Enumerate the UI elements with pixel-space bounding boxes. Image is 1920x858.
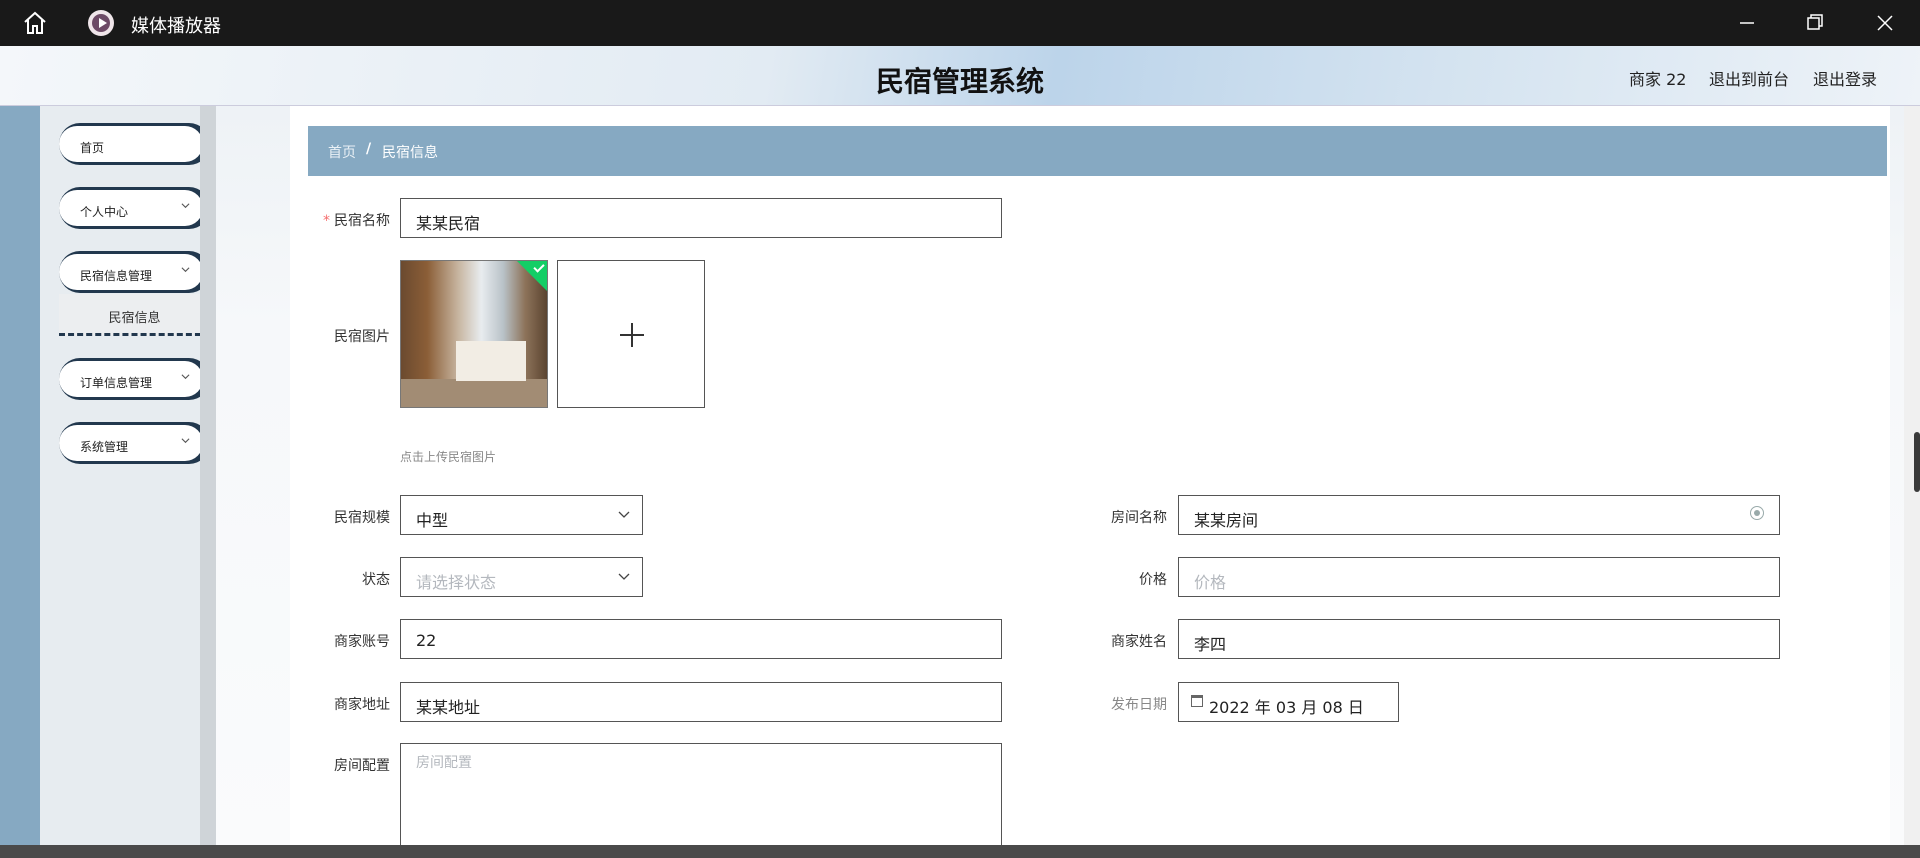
sidebar-item-order-management[interactable]: 订单信息管理 (59, 358, 210, 400)
sidebar-item-label: 首页 (59, 126, 203, 162)
calendar-icon (1191, 695, 1203, 707)
chevron-down-icon (181, 267, 190, 273)
breadcrumb-current: 民宿信息 (382, 145, 438, 161)
merchant-account-input[interactable]: 22 (400, 619, 1002, 659)
homestay-scale-select[interactable]: 中型 (400, 495, 643, 535)
image-upload-button[interactable] (557, 260, 705, 408)
room-config-label: 房间配置 (334, 758, 390, 774)
merchant-name-label: 商家姓名 (1111, 634, 1167, 650)
chevron-down-icon (181, 438, 190, 444)
sidebar: 首页 个人中心 民宿信息管理 民宿信息 订单信息管理 系统管理 (40, 106, 210, 858)
sidebar-divider (200, 106, 216, 858)
merchant-address-input[interactable]: 某某地址 (400, 682, 1002, 722)
homestay-image-thumbnail[interactable] (400, 260, 548, 408)
clear-icon[interactable] (1750, 506, 1764, 520)
breadcrumb-home-link[interactable]: 首页 (328, 142, 356, 162)
breadcrumb-separator: / (366, 141, 372, 157)
chevron-down-icon (181, 203, 190, 209)
restore-icon[interactable] (1802, 10, 1828, 36)
price-label: 价格 (1139, 572, 1167, 588)
sidebar-item-home[interactable]: 首页 (59, 123, 210, 165)
window-title: 媒体播放器 (131, 16, 221, 37)
homestay-name-label: * 民宿名称 (323, 213, 390, 229)
room-name-label: 房间名称 (1111, 510, 1167, 526)
homestay-scale-label: 民宿规模 (334, 510, 390, 526)
status-label: 状态 (362, 572, 390, 588)
exit-to-front-link[interactable]: 退出到前台 (1709, 66, 1789, 90)
sidebar-item-personal-center[interactable]: 个人中心 (59, 187, 210, 229)
homestay-image-label: 民宿图片 (334, 329, 390, 345)
sidebar-subitem-homestay-info[interactable]: 民宿信息 (59, 294, 210, 336)
chevron-down-icon (618, 573, 630, 580)
homestay-name-input[interactable]: 某某民宿 (400, 198, 1002, 238)
bottom-bar (0, 845, 1920, 858)
sidebar-item-system-management[interactable]: 系统管理 (59, 422, 210, 464)
sidebar-strip (0, 106, 40, 858)
required-mark: * (323, 213, 330, 229)
scrollbar-thumb[interactable] (1914, 432, 1920, 492)
price-input[interactable]: 价格 (1178, 557, 1780, 597)
chevron-down-icon (618, 511, 630, 518)
merchant-name-input[interactable]: 李四 (1178, 619, 1780, 659)
window-titlebar: 媒体播放器 (0, 0, 1920, 46)
logout-link[interactable]: 退出登录 (1813, 66, 1877, 90)
room-config-textarea[interactable]: 房间配置 (400, 743, 1002, 858)
status-select[interactable]: 请选择状态 (400, 557, 643, 597)
merchant-account-label: 商家账号 (334, 634, 390, 650)
publish-date-label: 发布日期 (1111, 697, 1167, 713)
app-header: 民宿管理系统 商家 22 退出到前台 退出登录 (0, 46, 1920, 106)
room-name-input[interactable]: 某某房间 (1178, 495, 1780, 535)
minimize-icon[interactable] (1734, 10, 1760, 36)
upload-hint: 点击上传民宿图片 (400, 450, 497, 464)
publish-date-picker[interactable]: 2022 年 03 月 08 日 (1178, 682, 1399, 722)
current-user: 商家 22 (1629, 70, 1687, 89)
media-player-icon (88, 10, 114, 36)
close-icon[interactable] (1872, 10, 1898, 36)
merchant-address-label: 商家地址 (334, 697, 390, 713)
sidebar-item-homestay-management[interactable]: 民宿信息管理 (59, 251, 210, 293)
breadcrumb: 首页 / 民宿信息 (308, 126, 1887, 176)
chevron-down-icon (181, 374, 190, 380)
home-icon[interactable] (22, 10, 48, 36)
